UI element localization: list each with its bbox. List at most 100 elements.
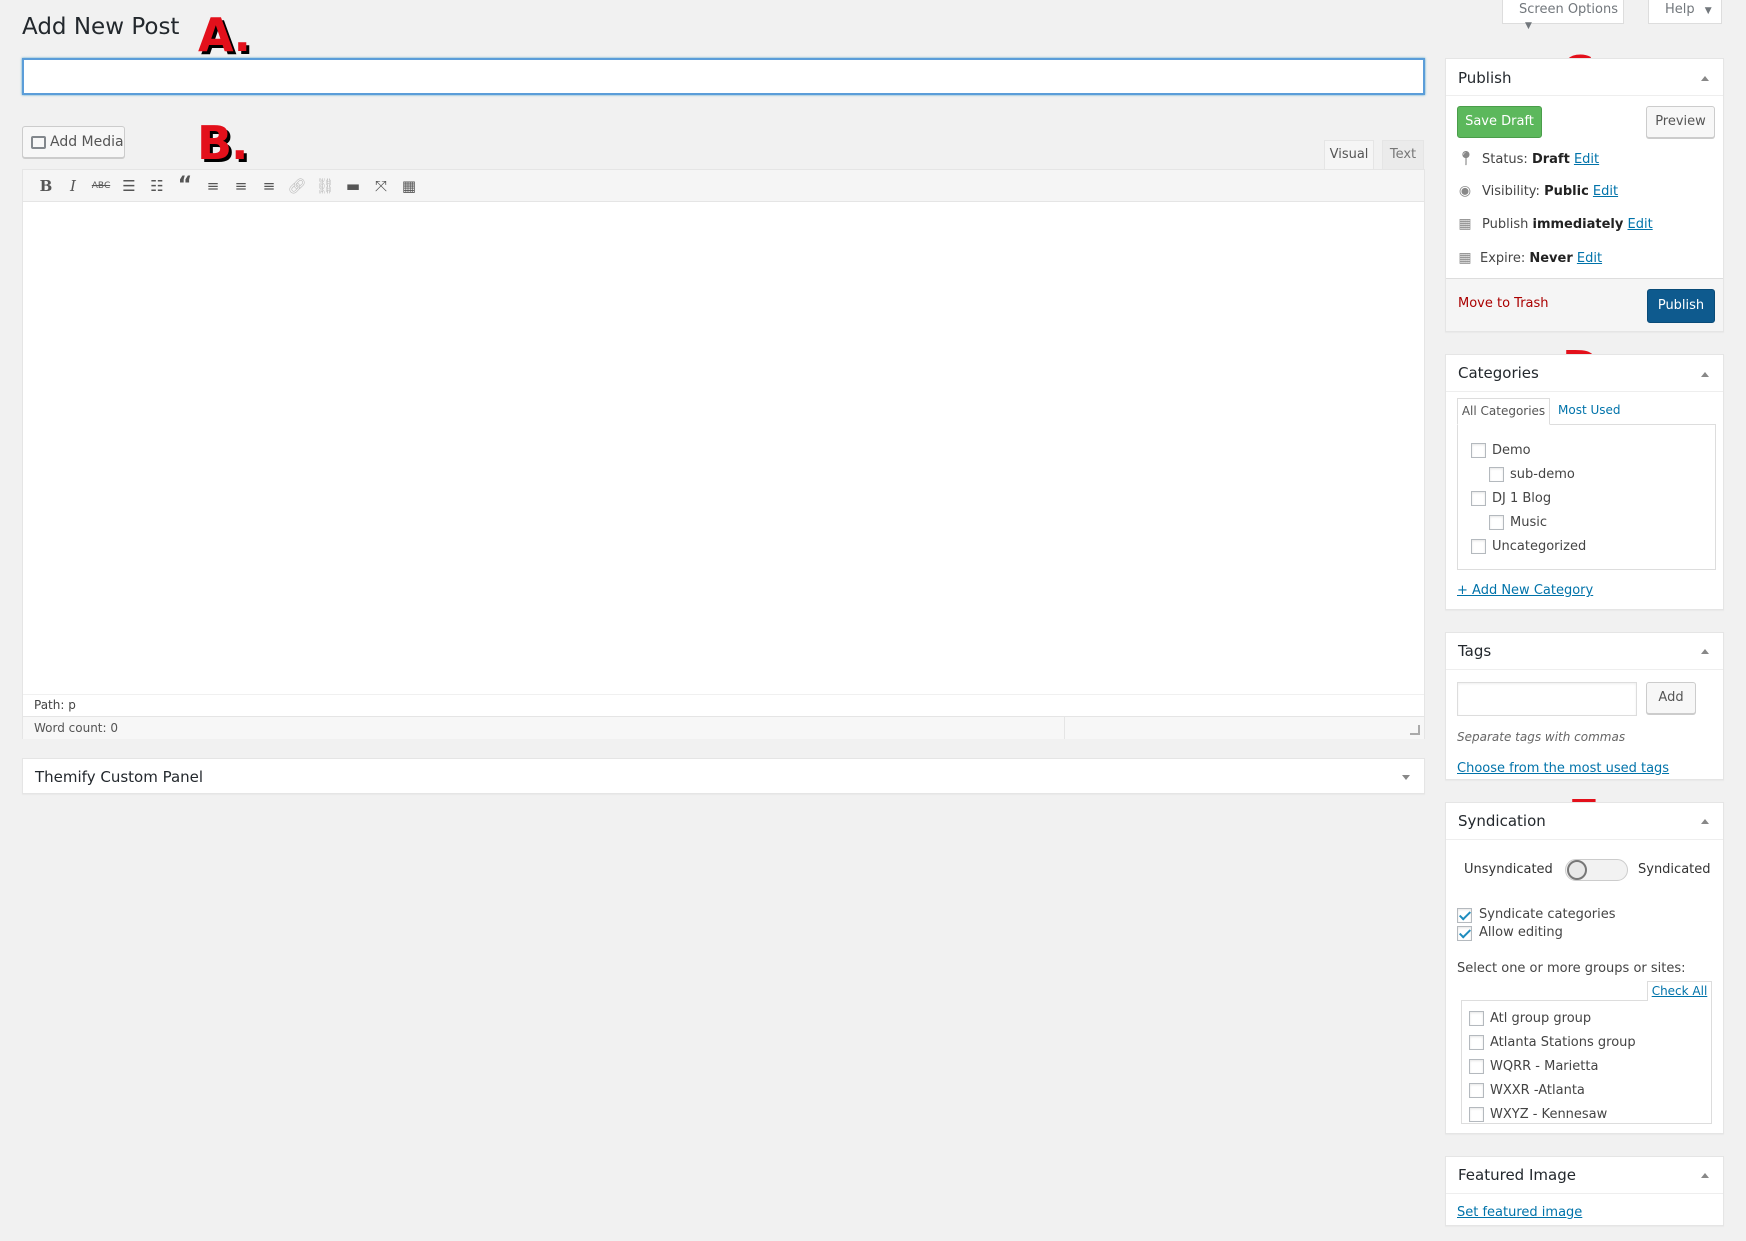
tab-visual[interactable]: Visual <box>1324 140 1374 170</box>
tab-all-categories[interactable]: All Categories <box>1457 398 1550 425</box>
category-checkbox[interactable] <box>1489 467 1504 482</box>
site-label: WXXR -Atlanta <box>1490 1083 1585 1098</box>
visibility-value: Public <box>1544 184 1589 199</box>
category-label: Demo <box>1492 443 1531 458</box>
category-checkbox[interactable] <box>1471 539 1486 554</box>
word-count-divider <box>1064 717 1065 739</box>
category-label: sub-demo <box>1510 467 1575 482</box>
category-checkbox[interactable] <box>1471 443 1486 458</box>
tab-text[interactable]: Text <box>1382 140 1424 169</box>
set-featured-image-link[interactable]: Set featured image <box>1457 1205 1582 1220</box>
italic-icon[interactable]: I <box>63 176 83 196</box>
screen-options-label: Screen Options <box>1519 2 1618 17</box>
dropdown-arrow-icon: ▼ <box>1704 6 1712 16</box>
bullet-list-icon[interactable]: ☰ <box>119 176 139 196</box>
align-left-icon[interactable]: ≡ <box>203 176 223 196</box>
marker-b: B. <box>197 116 249 170</box>
status-row: 📍︎ Status: Draft Edit <box>1457 151 1599 167</box>
tags-box: Tags Add Separate tags with commas Choos… <box>1445 632 1724 780</box>
move-to-trash-link[interactable]: Move to Trash <box>1458 296 1549 311</box>
post-title-input[interactable] <box>22 58 1425 95</box>
themify-panel-title: Themify Custom Panel <box>35 768 204 786</box>
collapse-arrow-icon[interactable] <box>1701 819 1709 824</box>
category-label: Uncategorized <box>1492 539 1587 554</box>
page-title: Add New Post <box>22 14 180 40</box>
tab-most-used[interactable]: Most Used <box>1558 398 1621 425</box>
category-checkbox[interactable] <box>1489 515 1504 530</box>
select-groups-label: Select one or more groups or sites: <box>1457 961 1686 976</box>
blockquote-icon[interactable]: “ <box>175 175 195 197</box>
edit-publish-date-link[interactable]: Edit <box>1628 217 1653 232</box>
toggle-knob <box>1567 860 1587 880</box>
allow-editing-checkbox[interactable] <box>1457 926 1472 941</box>
strikethrough-icon[interactable]: ABC <box>91 176 111 196</box>
add-media-label: Add Media <box>50 134 124 150</box>
syndication-box-title: Syndication <box>1458 812 1546 830</box>
syndication-toggle[interactable] <box>1565 859 1628 881</box>
fullscreen-icon[interactable]: ⤧ <box>371 176 391 196</box>
collapse-arrow-icon[interactable] <box>1701 649 1709 654</box>
calendar-icon: ▦ <box>1458 216 1472 232</box>
add-new-category-link[interactable]: + Add New Category <box>1457 583 1593 598</box>
expire-value: Never <box>1529 251 1573 266</box>
syndication-box: Syndication Unsyndicated Syndicated Synd… <box>1445 802 1724 1134</box>
preview-button[interactable]: Preview <box>1646 106 1715 138</box>
themify-custom-panel[interactable]: Themify Custom Panel <box>22 758 1425 794</box>
syndicate-categories-label: Syndicate categories <box>1479 907 1616 922</box>
categories-box: Categories All Categories Most Used Demo… <box>1445 354 1724 610</box>
site-checkbox[interactable] <box>1469 1059 1484 1074</box>
expire-row: ▦ Expire: Never Edit <box>1457 250 1602 266</box>
status-label: Status: <box>1482 152 1532 167</box>
featured-image-box: Featured Image Set featured image <box>1445 1156 1724 1226</box>
syndicate-categories-checkbox[interactable] <box>1457 908 1472 923</box>
edit-visibility-link[interactable]: Edit <box>1593 184 1618 199</box>
help-label: Help <box>1665 2 1695 17</box>
publish-button[interactable]: Publish <box>1647 289 1715 323</box>
insert-link-icon[interactable]: 🔗︎ <box>287 176 307 196</box>
pin-icon: 📍︎ <box>1457 151 1475 167</box>
remove-link-icon[interactable]: ⛓︎ <box>315 176 335 196</box>
publish-box-title: Publish <box>1458 69 1512 87</box>
check-all-link[interactable]: Check All <box>1647 981 1712 1001</box>
collapse-arrow-icon[interactable] <box>1701 372 1709 377</box>
site-label: WXYZ - Kennesaw <box>1490 1107 1608 1122</box>
choose-most-used-tags-link[interactable]: Choose from the most used tags <box>1457 761 1669 776</box>
numbered-list-icon[interactable]: ☷ <box>147 176 167 196</box>
edit-status-link[interactable]: Edit <box>1574 152 1599 167</box>
site-checkbox[interactable] <box>1469 1107 1484 1122</box>
help-tab[interactable]: Help ▼ <box>1648 0 1722 24</box>
publish-value: immediately <box>1532 217 1624 232</box>
bold-icon[interactable]: B <box>36 176 56 196</box>
align-center-icon[interactable]: ≡ <box>231 176 251 196</box>
categories-box-title: Categories <box>1458 364 1539 382</box>
editor-content-area[interactable] <box>23 203 1424 693</box>
featured-image-box-title: Featured Image <box>1458 1166 1576 1184</box>
category-label: DJ 1 Blog <box>1492 491 1552 506</box>
save-draft-button[interactable]: Save Draft <box>1457 106 1542 138</box>
toolbar-toggle-icon[interactable]: ▦ <box>399 176 419 196</box>
expand-arrow-icon[interactable] <box>1402 775 1410 780</box>
site-checkbox[interactable] <box>1469 1083 1484 1098</box>
status-value: Draft <box>1531 152 1570 167</box>
read-more-icon[interactable]: ▬ <box>343 176 363 196</box>
align-right-icon[interactable]: ≡ <box>259 176 279 196</box>
site-checkbox[interactable] <box>1469 1011 1484 1026</box>
marker-a: A. <box>198 8 251 62</box>
edit-expire-link[interactable]: Edit <box>1577 251 1602 266</box>
tag-input[interactable] <box>1457 682 1637 716</box>
visibility-label: Visibility: <box>1482 184 1545 199</box>
screen-options-tab[interactable]: Screen Options ▼ <box>1502 0 1624 31</box>
collapse-arrow-icon[interactable] <box>1701 76 1709 81</box>
allow-editing-label: Allow editing <box>1479 925 1563 940</box>
tags-hint: Separate tags with commas <box>1457 730 1626 744</box>
add-media-button[interactable]: Add Media <box>22 126 125 158</box>
resize-handle-icon[interactable] <box>1410 725 1420 735</box>
category-checkbox[interactable] <box>1471 491 1486 506</box>
site-label: WQRR - Marietta <box>1490 1059 1599 1074</box>
site-checkbox[interactable] <box>1469 1035 1484 1050</box>
collapse-arrow-icon[interactable] <box>1701 1173 1709 1178</box>
editor-path-bar: Path: p <box>23 694 1424 716</box>
add-tag-button[interactable]: Add <box>1646 682 1696 714</box>
word-count-bar: Word count: 0 <box>23 716 1424 739</box>
dropdown-arrow-icon: ▼ <box>1525 21 1532 31</box>
